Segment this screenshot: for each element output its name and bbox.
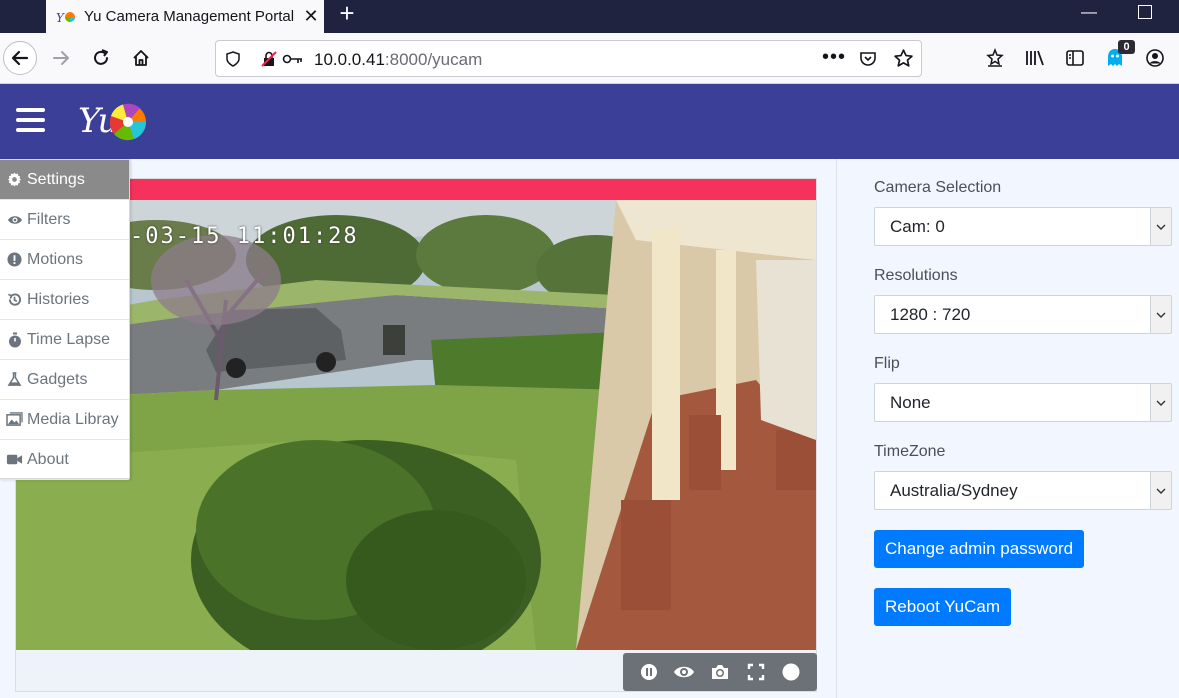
video-timestamp: -03-15 11:01:28 <box>130 224 359 249</box>
camera-snapshot-icon[interactable] <box>709 661 731 683</box>
tab-title: Yu Camera Management Portal <box>84 8 295 25</box>
url-text[interactable]: 10.0.0.41:8000/yucam <box>314 50 482 70</box>
home-icon <box>133 50 149 66</box>
video-controls <box>623 653 817 691</box>
flip-select[interactable]: None <box>874 383 1172 422</box>
new-tab-icon[interactable]: + <box>334 0 360 28</box>
arrow-right-icon <box>53 51 69 65</box>
main-content: -03-15 11:01:28 Settings Filters Motions… <box>0 159 1179 698</box>
resolutions-select[interactable]: 1280 : 720 <box>874 295 1172 334</box>
timezone-value: Australia/Sydney <box>890 481 1018 500</box>
images-icon <box>6 411 23 428</box>
stopwatch-icon <box>6 331 23 348</box>
browser-tab-strip: Y Yu Camera Management Portal ✕ + — <box>0 0 1179 33</box>
page-actions-icon[interactable]: ••• <box>822 46 846 69</box>
side-menu: Settings Filters Motions Histories Time … <box>0 159 130 480</box>
flip-value: None <box>890 393 931 412</box>
live-video-panel: -03-15 11:01:28 <box>15 178 817 692</box>
bookmark-star-icon[interactable] <box>893 48 914 69</box>
arrow-left-icon <box>11 50 29 66</box>
flip-label: Flip <box>874 355 900 372</box>
browser-tab[interactable]: Y Yu Camera Management Portal ✕ <box>46 0 324 33</box>
menu-item-settings[interactable]: Settings <box>0 160 129 200</box>
change-admin-password-button[interactable]: Change admin password <box>874 530 1085 568</box>
menu-item-gadgets[interactable]: Gadgets <box>0 360 129 400</box>
menu-item-label: Filters <box>27 210 71 228</box>
menu-item-filters[interactable]: Filters <box>0 200 129 240</box>
eye-icon[interactable] <box>673 661 695 683</box>
resolutions-label: Resolutions <box>874 267 958 284</box>
insecure-lock-icon[interactable] <box>260 50 278 68</box>
gear-icon <box>6 171 23 188</box>
hamburger-menu-icon[interactable] <box>16 108 45 132</box>
chevron-down-icon[interactable] <box>1150 472 1171 509</box>
minimize-window-icon[interactable]: — <box>1077 4 1101 24</box>
reload-icon <box>94 49 108 65</box>
flask-icon <box>6 371 23 388</box>
browser-toolbar: 10.0.0.41:8000/yucam ••• 0 <box>0 33 1179 84</box>
home-button[interactable] <box>124 41 158 75</box>
reload-button[interactable] <box>84 41 118 75</box>
menu-item-label: Histories <box>27 290 90 308</box>
maximize-window-icon[interactable] <box>1138 5 1152 19</box>
pause-icon[interactable] <box>638 661 660 683</box>
pocket-icon[interactable] <box>858 49 878 69</box>
fullscreen-icon[interactable] <box>745 661 767 683</box>
camera-live-feed[interactable]: -03-15 11:01:28 <box>16 200 816 650</box>
record-icon[interactable] <box>780 661 802 683</box>
history-icon <box>6 291 23 308</box>
menu-item-motions[interactable]: Motions <box>0 240 129 280</box>
back-button[interactable] <box>3 41 37 75</box>
camera-scene-image <box>16 200 816 650</box>
camera-selection-select[interactable]: Cam: 0 <box>874 207 1172 246</box>
library-icon[interactable] <box>1024 47 1046 69</box>
reading-list-icon[interactable] <box>984 47 1006 69</box>
camera-selection-label: Camera Selection <box>874 179 1002 196</box>
menu-item-label: Gadgets <box>27 370 88 388</box>
address-bar[interactable]: 10.0.0.41:8000/yucam ••• <box>215 40 922 77</box>
yucam-logo[interactable]: Yu <box>78 96 146 146</box>
menu-item-label: Time Lapse <box>27 330 110 348</box>
reboot-button[interactable]: Reboot YuCam <box>874 588 1011 626</box>
camera-selection-value: Cam: 0 <box>890 217 945 236</box>
account-icon[interactable] <box>1144 47 1166 69</box>
menu-item-histories[interactable]: Histories <box>0 280 129 320</box>
menu-item-label: About <box>27 450 69 468</box>
recording-status-bar <box>16 179 816 200</box>
chevron-down-icon[interactable] <box>1150 384 1171 421</box>
key-icon[interactable] <box>282 51 304 67</box>
forward-button[interactable] <box>44 41 78 75</box>
menu-item-label: Motions <box>27 250 84 268</box>
shield-icon[interactable] <box>224 50 242 68</box>
panel-divider <box>836 159 837 698</box>
app-header: Yu <box>0 84 1179 159</box>
sidebar-toggle-icon[interactable] <box>1064 47 1086 69</box>
eye-icon <box>6 211 23 228</box>
menu-item-label: Settings <box>27 170 85 188</box>
menu-item-media-library[interactable]: Media Libray <box>0 400 129 440</box>
extension-badge: 0 <box>1118 40 1135 54</box>
alert-circle-icon <box>6 251 23 268</box>
svg-text:Y: Y <box>56 11 65 25</box>
tab-close-icon[interactable]: ✕ <box>298 6 324 27</box>
yucam-favicon-icon: Y <box>56 11 75 25</box>
chevron-down-icon[interactable] <box>1150 296 1171 333</box>
timezone-select[interactable]: Australia/Sydney <box>874 471 1172 510</box>
chevron-down-icon[interactable] <box>1150 208 1171 245</box>
timezone-label: TimeZone <box>874 443 946 460</box>
resolutions-value: 1280 : 720 <box>890 305 971 324</box>
video-icon <box>6 451 23 468</box>
menu-item-label: Media Libray <box>27 410 119 428</box>
menu-item-time-lapse[interactable]: Time Lapse <box>0 320 129 360</box>
menu-item-about[interactable]: About <box>0 440 129 480</box>
